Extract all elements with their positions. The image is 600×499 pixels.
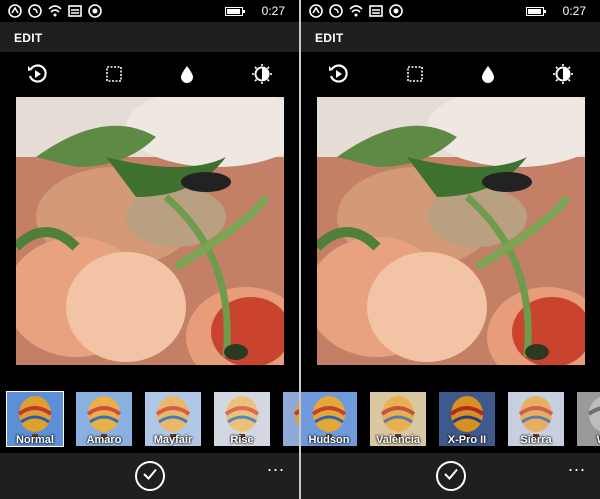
rotate-icon	[26, 63, 48, 85]
brightness-button[interactable]	[550, 60, 576, 88]
filter-sierra[interactable]: Sierra	[508, 392, 564, 446]
status-bar: 0:27	[301, 0, 600, 22]
crop-button[interactable]	[101, 60, 127, 88]
tool-row	[301, 60, 600, 88]
food-photo	[16, 97, 284, 365]
check-icon	[443, 466, 459, 487]
filter-label: Normal	[16, 434, 54, 446]
brightness-icon	[552, 63, 574, 85]
filter-rise[interactable]: Rise	[214, 392, 270, 446]
filter-label: Sierra	[520, 434, 552, 446]
tool-row	[0, 60, 299, 88]
battery-icon	[526, 7, 546, 16]
left-screen: 0:27 EDIT Normal Amaro Mayfair Rise ...	[0, 0, 299, 499]
page-title: EDIT	[14, 31, 43, 45]
header: EDIT	[301, 22, 600, 52]
crop-icon	[404, 63, 426, 85]
location-icon	[389, 4, 403, 18]
crop-button[interactable]	[402, 60, 428, 88]
wifi-icon	[48, 4, 62, 18]
filter-mayfair[interactable]: Mayfair	[145, 392, 201, 446]
filter-wil[interactable]: Wil	[577, 392, 600, 446]
filter-valencia[interactable]: Valencia	[370, 392, 426, 446]
more-button[interactable]: ...	[267, 455, 285, 476]
brightness-button[interactable]	[249, 60, 275, 88]
more-button[interactable]: ...	[568, 455, 586, 476]
filter-hu[interactable]: Hu	[283, 392, 299, 446]
rotate-button[interactable]	[325, 60, 351, 88]
filter-strip: Normal Amaro Mayfair Rise Hu	[0, 386, 299, 452]
filter-label: Amaro	[86, 434, 122, 446]
confirm-button[interactable]	[435, 461, 466, 491]
filter-label: Wil	[577, 434, 600, 446]
data-icon	[329, 4, 343, 18]
brightness-icon	[251, 63, 273, 85]
filter-normal[interactable]: Normal	[6, 391, 64, 447]
clock: 0:27	[562, 4, 586, 18]
drop-icon	[477, 63, 499, 85]
message-icon	[68, 4, 82, 18]
color-button[interactable]	[174, 60, 200, 88]
filter-label: Rise	[230, 434, 254, 446]
confirm-button[interactable]	[134, 461, 165, 491]
rotate-button[interactable]	[24, 60, 50, 88]
location-icon	[88, 4, 102, 18]
filter-hudson[interactable]: Hudson	[301, 392, 357, 446]
filter-label: Hu	[283, 434, 299, 446]
clock: 0:27	[261, 4, 285, 18]
filter-xpro-ii[interactable]: X-Pro II	[439, 392, 495, 446]
filter-amaro[interactable]: Amaro	[76, 392, 132, 446]
signal-icon	[309, 4, 323, 18]
data-icon	[28, 4, 42, 18]
filter-label: X-Pro II	[447, 434, 487, 446]
food-photo	[317, 97, 585, 365]
filter-label: Mayfair	[153, 434, 193, 446]
color-button[interactable]	[475, 60, 501, 88]
message-icon	[369, 4, 383, 18]
bottom-app-bar: ...	[0, 453, 299, 499]
bottom-app-bar: ...	[301, 453, 600, 499]
wifi-icon	[349, 4, 363, 18]
battery-icon	[225, 7, 245, 16]
check-icon	[142, 466, 158, 487]
header: EDIT	[0, 22, 299, 52]
crop-icon	[103, 63, 125, 85]
drop-icon	[176, 63, 198, 85]
right-screen: 0:27 EDIT Hudson Valencia X-Pro II Sierr…	[301, 0, 600, 499]
filter-label: Valencia	[375, 434, 421, 446]
rotate-icon	[327, 63, 349, 85]
signal-icon	[8, 4, 22, 18]
page-title: EDIT	[315, 31, 344, 45]
status-bar: 0:27	[0, 0, 299, 22]
filter-strip: Hudson Valencia X-Pro II Sierra Wil	[301, 386, 600, 452]
filter-label: Hudson	[308, 434, 350, 446]
